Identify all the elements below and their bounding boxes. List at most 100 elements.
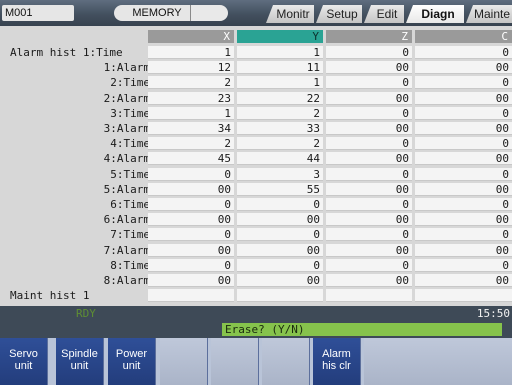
- tab-setup[interactable]: Setup: [316, 5, 362, 23]
- softkey-blank-4[interactable]: [160, 338, 208, 385]
- cell-y[interactable]: 1: [237, 76, 323, 90]
- cell-y[interactable]: [237, 289, 323, 303]
- cell-x[interactable]: 23: [148, 91, 234, 105]
- cell-z[interactable]: 00: [326, 152, 412, 166]
- cell-c[interactable]: 0: [415, 106, 512, 120]
- cell-z[interactable]: 0: [326, 46, 412, 59]
- row-label: 1:Alarm: [103, 61, 150, 75]
- cell-y[interactable]: 22: [237, 91, 323, 105]
- table-header-row: X Y Z C: [10, 30, 512, 45]
- cell-c[interactable]: 00: [415, 152, 512, 166]
- cell-x[interactable]: [148, 289, 234, 303]
- cell-y[interactable]: 33: [237, 122, 323, 135]
- cell-c[interactable]: 0: [415, 46, 512, 59]
- table-row: 4:Time 2 2 0 0: [10, 137, 512, 152]
- cell-y[interactable]: 3: [237, 167, 323, 181]
- erase-prompt[interactable]: Erase? (Y/N): [222, 323, 502, 336]
- cell-z[interactable]: [326, 289, 412, 303]
- cell-c[interactable]: 00: [415, 122, 512, 135]
- row-label: Maint hist 1: [10, 289, 90, 303]
- spindle-unit-button[interactable]: Spindle unit: [56, 338, 104, 385]
- cell-y[interactable]: 00: [237, 213, 323, 227]
- cell-x[interactable]: 1: [148, 46, 234, 59]
- column-header-x[interactable]: X: [148, 30, 234, 43]
- servo-unit-button[interactable]: Servo unit: [0, 338, 48, 385]
- cell-y[interactable]: 0: [237, 258, 323, 272]
- cell-x[interactable]: 00: [148, 243, 234, 257]
- cell-x[interactable]: 0: [148, 258, 234, 272]
- cell-z[interactable]: 0: [326, 198, 412, 211]
- cell-y[interactable]: 2: [237, 106, 323, 120]
- top-bar: M001 MEMORY Monitr Setup Edit Diagn Main…: [0, 0, 512, 26]
- cell-z[interactable]: 00: [326, 213, 412, 227]
- cell-y[interactable]: 44: [237, 152, 323, 166]
- cell-z[interactable]: 0: [326, 228, 412, 242]
- cell-z[interactable]: 00: [326, 91, 412, 105]
- table-row: 2:Time 2 1 0 0: [10, 76, 512, 91]
- cell-x[interactable]: 2: [148, 137, 234, 151]
- cell-z[interactable]: 0: [326, 167, 412, 181]
- table-row: 7:Time 0 0 0 0: [10, 228, 512, 243]
- cell-c[interactable]: 00: [415, 213, 512, 227]
- cell-x[interactable]: 2: [148, 76, 234, 90]
- tab-mainte[interactable]: Mainte: [466, 5, 512, 23]
- cell-c[interactable]: 00: [415, 274, 512, 287]
- cell-x[interactable]: 00: [148, 213, 234, 227]
- cell-z[interactable]: 0: [326, 76, 412, 90]
- cell-c[interactable]: 00: [415, 91, 512, 105]
- softkey-blank-6[interactable]: [262, 338, 310, 385]
- cell-c[interactable]: 00: [415, 61, 512, 75]
- cell-y[interactable]: 11: [237, 61, 323, 75]
- cell-c[interactable]: 0: [415, 76, 512, 90]
- alarm-history-clear-button[interactable]: Alarm his clr: [313, 338, 361, 385]
- cell-c[interactable]: 0: [415, 228, 512, 242]
- cell-y[interactable]: 00: [237, 243, 323, 257]
- cell-y[interactable]: 00: [237, 274, 323, 287]
- cell-z[interactable]: 0: [326, 106, 412, 120]
- cell-x[interactable]: 00: [148, 182, 234, 196]
- row-label: 2:Time: [110, 76, 150, 90]
- tab-edit[interactable]: Edit: [364, 5, 404, 23]
- cell-c[interactable]: 0: [415, 198, 512, 211]
- row-label: 8:Alarm: [103, 274, 150, 287]
- cell-x[interactable]: 34: [148, 122, 234, 135]
- cell-y[interactable]: 2: [237, 137, 323, 151]
- cell-x[interactable]: 12: [148, 61, 234, 75]
- cell-z[interactable]: 00: [326, 274, 412, 287]
- cell-x[interactable]: 0: [148, 198, 234, 211]
- table-row: 2:Alarm 23 22 00 00: [10, 91, 512, 107]
- column-header-z[interactable]: Z: [326, 30, 412, 43]
- cell-z[interactable]: 00: [326, 61, 412, 75]
- tab-monitr[interactable]: Monitr: [266, 5, 314, 23]
- cell-c[interactable]: 00: [415, 182, 512, 196]
- softkey-label: unit: [70, 360, 89, 372]
- cell-c[interactable]: 0: [415, 137, 512, 151]
- cell-c[interactable]: [415, 289, 512, 303]
- cell-x[interactable]: 0: [148, 228, 234, 242]
- table-row: 3:Time 1 2 0 0: [10, 106, 512, 122]
- cell-x[interactable]: 1: [148, 106, 234, 120]
- tab-diagn[interactable]: Diagn: [406, 5, 464, 23]
- cell-y[interactable]: 0: [237, 228, 323, 242]
- cell-z[interactable]: 0: [326, 258, 412, 272]
- cell-y[interactable]: 55: [237, 182, 323, 196]
- cell-z[interactable]: 0: [326, 137, 412, 151]
- cell-x[interactable]: 00: [148, 274, 234, 287]
- cell-z[interactable]: 00: [326, 243, 412, 257]
- cell-y[interactable]: 1: [237, 46, 323, 59]
- table-row: 8:Alarm 00 00 00 00: [10, 274, 512, 289]
- ready-status: RDY: [76, 307, 96, 320]
- row-label: 7:Time: [110, 228, 150, 242]
- column-header-y[interactable]: Y: [237, 30, 323, 43]
- cell-c[interactable]: 00: [415, 243, 512, 257]
- cell-x[interactable]: 45: [148, 152, 234, 166]
- cell-c[interactable]: 0: [415, 167, 512, 181]
- cell-c[interactable]: 0: [415, 258, 512, 272]
- cell-z[interactable]: 00: [326, 122, 412, 135]
- column-header-c[interactable]: C: [415, 30, 512, 43]
- cell-x[interactable]: 0: [148, 167, 234, 181]
- cell-z[interactable]: 00: [326, 182, 412, 196]
- power-unit-button[interactable]: Power unit: [108, 338, 156, 385]
- softkey-blank-5[interactable]: [211, 338, 259, 385]
- cell-y[interactable]: 0: [237, 198, 323, 211]
